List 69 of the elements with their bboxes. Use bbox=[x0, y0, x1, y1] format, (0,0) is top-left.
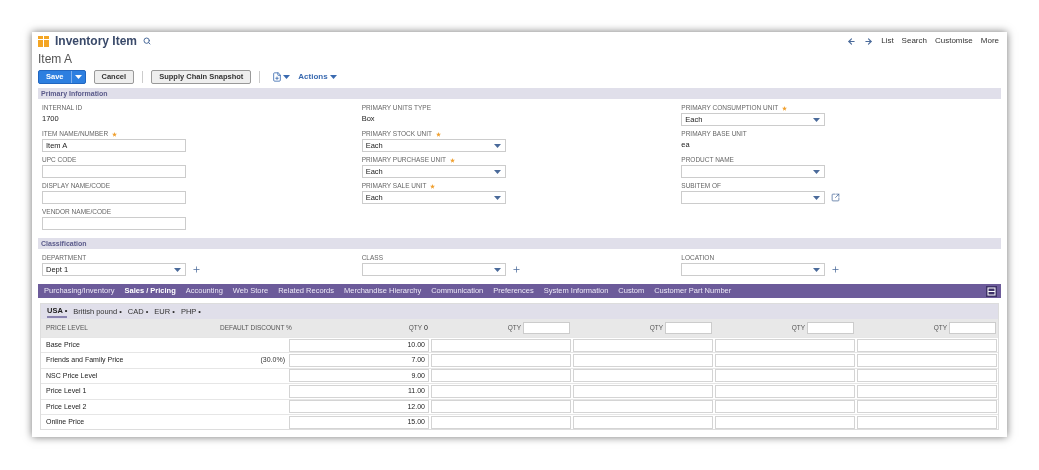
price-field[interactable] bbox=[431, 369, 571, 383]
nav-link[interactable]: Search bbox=[901, 35, 927, 47]
price-field[interactable] bbox=[573, 415, 713, 429]
required-icon bbox=[430, 183, 436, 189]
add-icon[interactable] bbox=[511, 265, 521, 274]
price-field[interactable] bbox=[857, 338, 997, 352]
required-icon bbox=[436, 131, 442, 137]
price-field[interactable] bbox=[431, 400, 571, 414]
quantity-field[interactable] bbox=[807, 322, 854, 334]
price-field[interactable] bbox=[715, 338, 855, 352]
caret-icon bbox=[493, 143, 501, 148]
required-icon bbox=[449, 157, 455, 163]
record-name: Item A bbox=[38, 51, 73, 67]
forward-arrow-icon[interactable] bbox=[864, 36, 874, 46]
price-field[interactable] bbox=[573, 369, 713, 383]
caret-icon bbox=[329, 75, 337, 79]
nav-link[interactable]: List bbox=[881, 35, 894, 47]
caret-icon bbox=[174, 267, 181, 272]
quantity-field[interactable] bbox=[665, 322, 712, 334]
caret-icon bbox=[493, 169, 501, 174]
dropdown-field[interactable] bbox=[361, 263, 506, 276]
price-field[interactable] bbox=[431, 354, 571, 368]
price-field[interactable] bbox=[573, 384, 713, 398]
app-logo-icon bbox=[38, 35, 49, 47]
add-icon[interactable] bbox=[192, 265, 201, 274]
price-field[interactable] bbox=[715, 400, 855, 414]
price-field[interactable] bbox=[857, 415, 997, 429]
back-arrow-icon[interactable] bbox=[847, 36, 857, 46]
quantity-field[interactable] bbox=[949, 322, 996, 334]
price-field[interactable] bbox=[431, 415, 571, 429]
dropdown-field[interactable] bbox=[681, 165, 826, 178]
text-field[interactable] bbox=[42, 217, 186, 230]
price-field[interactable] bbox=[715, 384, 855, 398]
new-document-button[interactable] bbox=[272, 72, 291, 82]
caret-icon bbox=[813, 169, 821, 174]
required-icon bbox=[782, 105, 788, 111]
price-field[interactable] bbox=[857, 384, 997, 398]
nav-link[interactable]: More bbox=[980, 35, 999, 47]
text-field[interactable] bbox=[42, 191, 186, 204]
page-title: Inventory Item bbox=[55, 33, 138, 50]
dropdown-field[interactable] bbox=[681, 191, 826, 204]
text-field[interactable] bbox=[42, 165, 186, 178]
price-field[interactable] bbox=[715, 415, 855, 429]
caret-icon bbox=[283, 75, 291, 79]
price-field[interactable] bbox=[431, 384, 571, 398]
collapse-icon[interactable] bbox=[986, 285, 997, 297]
price-field[interactable] bbox=[857, 400, 997, 414]
caret-icon bbox=[813, 195, 821, 200]
external-link-icon[interactable] bbox=[831, 193, 841, 202]
required-icon bbox=[112, 131, 118, 137]
caret-icon bbox=[813, 117, 821, 122]
price-field[interactable] bbox=[857, 354, 997, 368]
caret-icon bbox=[493, 267, 501, 272]
nav-link[interactable]: Customise bbox=[934, 35, 973, 47]
actions-menu[interactable]: Actions bbox=[298, 71, 337, 83]
price-field[interactable] bbox=[573, 354, 713, 368]
price-field[interactable] bbox=[573, 338, 713, 352]
caret-icon bbox=[74, 75, 82, 79]
price-field[interactable] bbox=[431, 338, 571, 352]
add-icon[interactable] bbox=[831, 265, 841, 274]
price-field[interactable] bbox=[715, 354, 855, 368]
price-field[interactable] bbox=[715, 369, 855, 383]
dropdown-field[interactable] bbox=[681, 263, 826, 276]
price-field[interactable] bbox=[573, 400, 713, 414]
price-field[interactable] bbox=[857, 369, 997, 383]
caret-icon bbox=[493, 195, 501, 200]
caret-icon bbox=[813, 267, 821, 272]
search-icon[interactable] bbox=[143, 37, 152, 45]
quantity-field[interactable] bbox=[523, 322, 570, 334]
